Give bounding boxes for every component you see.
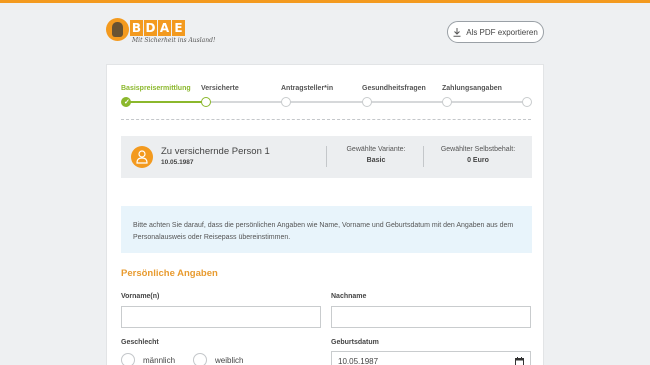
step-dot	[442, 97, 452, 107]
birthdate-label: Geburtsdatum	[331, 339, 379, 346]
divider	[121, 119, 531, 120]
radio-circle[interactable]	[121, 353, 135, 365]
step-dot-current[interactable]	[201, 97, 211, 107]
step-dot	[281, 97, 291, 107]
person-icon	[136, 150, 148, 164]
top-accent-bar	[0, 0, 650, 3]
info-notice: Bitte achten Sie darauf, dass die persön…	[121, 206, 532, 253]
variant-label: Gewählte Variante:	[346, 146, 406, 153]
lastname-label: Nachname	[331, 293, 367, 300]
birthdate-input[interactable]: 10.05.1987	[331, 351, 531, 365]
person-dob: 10.05.1987	[161, 159, 194, 166]
gender-option-label: weiblich	[215, 355, 244, 365]
gender-radio-female[interactable]: weiblich	[193, 353, 243, 365]
check-icon: ✓	[124, 99, 130, 106]
firstname-input[interactable]	[121, 306, 321, 328]
avatar	[131, 146, 153, 168]
export-pdf-button[interactable]: Als PDF exportieren	[447, 21, 544, 43]
step-label-versicherte[interactable]: Versicherte	[201, 85, 239, 92]
birthdate-value: 10.05.1987	[338, 357, 379, 365]
step-line-done	[126, 101, 206, 103]
download-icon	[453, 27, 461, 37]
deductible-label: Gewählter Selbstbehalt:	[440, 146, 516, 153]
variant-info: Gewählte Variante: Basic	[343, 146, 409, 164]
calendar-icon[interactable]	[515, 357, 524, 365]
progress-stepper: Basispreisermittlung Versicherte Antrags…	[121, 85, 533, 107]
gender-label: Geschlecht	[121, 339, 159, 346]
section-title: Persönliche Angaben	[121, 268, 218, 279]
separator	[423, 146, 424, 167]
step-label-gesundheitsfragen: Gesundheitsfragen	[362, 85, 426, 92]
logo-tagline: Mit Sicherheit ins Ausland!	[132, 37, 216, 44]
deductible-value: 0 Euro	[467, 157, 489, 164]
radio-circle[interactable]	[193, 353, 207, 365]
variant-value: Basic	[366, 157, 386, 164]
step-dot-done[interactable]: ✓	[121, 97, 131, 107]
logo-letter: B	[130, 20, 143, 36]
step-dot	[362, 97, 372, 107]
deductible-info: Gewählter Selbstbehalt: 0 Euro	[433, 146, 523, 164]
person-title: Zu versichernde Person 1	[161, 146, 270, 157]
lastname-input[interactable]	[331, 306, 531, 328]
step-label-basispreisermittlung[interactable]: Basispreisermittlung	[121, 85, 191, 92]
step-dot	[522, 97, 532, 107]
logo-figure-icon	[112, 22, 123, 37]
firstname-label: Vorname(n)	[121, 293, 160, 300]
step-label-antragsteller: Antragsteller*in	[281, 85, 334, 92]
export-pdf-label: Als PDF exportieren	[466, 27, 538, 37]
logo-letter: E	[172, 20, 185, 36]
bdae-logo[interactable]: B D A E Mit Sicherheit ins Ausland!	[106, 18, 215, 48]
logo-letter: A	[158, 20, 171, 36]
gender-radio-male[interactable]: männlich	[121, 353, 175, 365]
step-label-zahlungsangaben: Zahlungsangaben	[442, 85, 502, 92]
separator	[326, 146, 327, 167]
gender-option-label: männlich	[143, 355, 176, 365]
application-card: Basispreisermittlung Versicherte Antrags…	[106, 64, 544, 365]
person-summary: Zu versichernde Person 1 10.05.1987 Gewä…	[121, 136, 532, 178]
logo-letter: D	[144, 20, 157, 36]
